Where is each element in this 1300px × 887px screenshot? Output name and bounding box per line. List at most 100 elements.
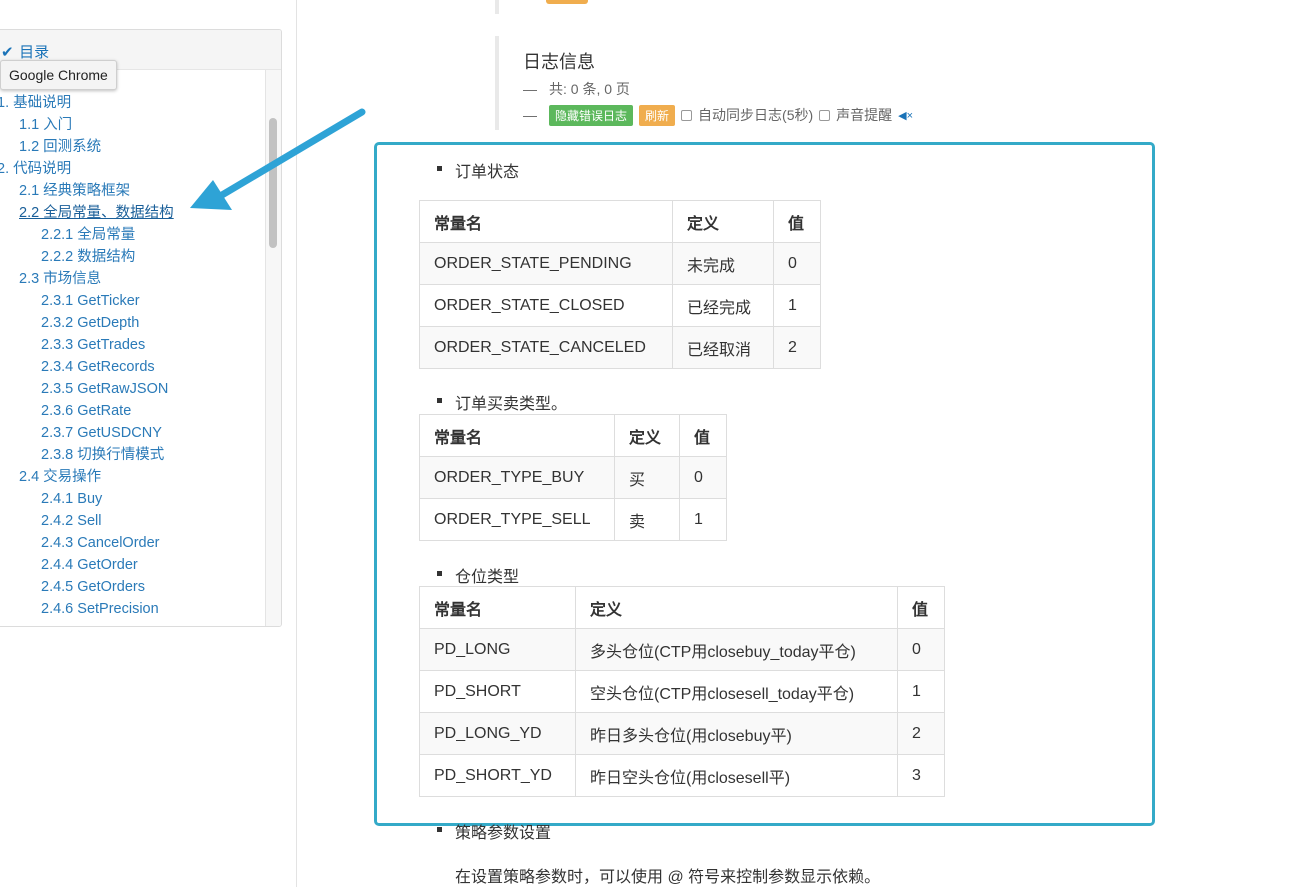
- toc-item[interactable]: 2.2.1 全局常量: [0, 224, 267, 246]
- order-type-heading: 订单买卖类型。: [436, 390, 567, 414]
- refresh-button[interactable]: 刷新: [639, 104, 676, 126]
- top-orange-button[interactable]: [546, 0, 588, 4]
- table-header-cell: 常量名: [419, 200, 673, 243]
- auto-sync-label: 自动同步日志(5秒): [698, 107, 814, 123]
- sound-checkbox[interactable]: [819, 109, 831, 121]
- table-header-cell: 值: [679, 414, 727, 457]
- log-summary: 共: 0 条, 0 页: [549, 81, 630, 97]
- toc-item[interactable]: 2.3.2 GetDepth: [0, 312, 267, 334]
- order-state-table: 常量名 定义值 ORDER_STATE_PENDING 未完成 0 ORDER_STATE…: [419, 200, 821, 369]
- table-cell: ORDER_STATE_CANCELED: [419, 326, 673, 369]
- toc-item[interactable]: 1.2 回测系统: [0, 136, 267, 158]
- table-row: PD_SHORT 空头仓位(CTP用closesell_today平仓) 1: [419, 670, 945, 713]
- table-cell: ORDER_TYPE_BUY: [419, 456, 615, 499]
- toc-item[interactable]: 2.3.1 GetTicker: [0, 290, 267, 312]
- toc-item[interactable]: 2.4 交易操作: [0, 466, 267, 488]
- toc-item[interactable]: 2.2.2 数据结构: [0, 246, 267, 268]
- table-row: PD_LONG_YD 昨日多头仓位(用closebuy平) 2: [419, 712, 945, 755]
- log-title: 日志信息: [523, 52, 595, 72]
- toc-item[interactable]: 2.4.1 Buy: [0, 488, 267, 510]
- table-header-cell: 定义: [672, 200, 774, 243]
- toc-item[interactable]: 2.4.6 SetPrecision: [0, 598, 267, 620]
- table-cell: 0: [679, 456, 727, 499]
- table-cell: 2: [897, 712, 945, 755]
- table-header-cell: 定义: [614, 414, 680, 457]
- table-cell: PD_LONG_YD: [419, 712, 576, 755]
- dash: —: [523, 81, 537, 97]
- position-type-heading: 仓位类型: [436, 563, 519, 587]
- table-row: ORDER_TYPE_BUY 买 0: [419, 456, 727, 499]
- table-cell: 1: [897, 670, 945, 713]
- toc-item[interactable]: 1. 基础说明: [0, 92, 267, 114]
- table-header-cell: 常量名: [419, 586, 576, 629]
- table-row: PD_SHORT_YD 昨日空头仓位(用closesell平) 3: [419, 754, 945, 797]
- log-controls-line: — 隐藏错误日志 刷新 自动同步日志(5秒) 声音提醒 ◀×: [523, 104, 915, 126]
- toc-item[interactable]: 2.3.8 切换行情模式: [0, 444, 267, 466]
- table-cell: 0: [897, 628, 945, 671]
- table-header-row: 常量名 定义值: [419, 414, 727, 457]
- table-row: ORDER_STATE_PENDING 未完成 0: [419, 242, 821, 285]
- table-cell: ORDER_TYPE_SELL: [419, 498, 615, 541]
- table-cell: 0: [773, 242, 821, 285]
- table-header-row: 常量名 定义值: [419, 200, 821, 243]
- table-cell: 昨日多头仓位(用closebuy平): [575, 712, 898, 755]
- toc-item[interactable]: 2.3.3 GetTrades: [0, 334, 267, 356]
- table-cell: 多头仓位(CTP用closebuy_today平仓): [575, 628, 898, 671]
- toc-item[interactable]: 2.3 市场信息: [0, 268, 267, 290]
- table-header-cell: 值: [897, 586, 945, 629]
- table-cell: 2: [773, 326, 821, 369]
- order-type-table: 常量名 定义值 ORDER_TYPE_BUY 买 0 ORDER_TYPE_SELL 卖 1: [419, 414, 727, 541]
- dash: —: [523, 107, 537, 123]
- sound-label: 声音提醒: [836, 107, 893, 123]
- toc-item[interactable]: 2.4.3 CancelOrder: [0, 532, 267, 554]
- toc-item[interactable]: 1.1 入门: [0, 114, 267, 136]
- table-cell: 昨日空头仓位(用closesell平): [575, 754, 898, 797]
- toc-title: 目录: [19, 44, 50, 61]
- toc-item[interactable]: 2.4.5 GetOrders: [0, 576, 267, 598]
- top-blockquote-bar: [495, 0, 499, 14]
- table-row: ORDER_TYPE_SELL 卖 1: [419, 498, 727, 541]
- content-divider: [296, 0, 297, 887]
- position-type-table: 常量名 定义值 PD_LONG 多头仓位(CTP用closebuy_today平仓) 0…: [419, 586, 945, 797]
- table-row: ORDER_STATE_CANCELED 已经取消 2: [419, 326, 821, 369]
- toc-item[interactable]: 2.3.6 GetRate: [0, 400, 267, 422]
- toc-item[interactable]: 2.3.5 GetRawJSON: [0, 378, 267, 400]
- table-cell: 已经取消: [672, 326, 774, 369]
- hide-error-log-button[interactable]: 隐藏错误日志: [549, 104, 634, 126]
- toc-item[interactable]: 2.4.4 GetOrder: [0, 554, 267, 576]
- speaker-mute-icon[interactable]: ◀×: [898, 109, 913, 122]
- table-row: ORDER_STATE_CLOSED 已经完成 1: [419, 284, 821, 327]
- table-cell: 卖: [614, 498, 680, 541]
- table-cell: 空头仓位(CTP用closesell_today平仓): [575, 670, 898, 713]
- toc-item[interactable]: 2.3.7 GetUSDCNY: [0, 422, 267, 444]
- table-cell: PD_SHORT_YD: [419, 754, 576, 797]
- toc-item[interactable]: 2.1 经典策略框架: [0, 180, 267, 202]
- table-cell: PD_SHORT: [419, 670, 576, 713]
- table-row: PD_LONG 多头仓位(CTP用closebuy_today平仓) 0: [419, 628, 945, 671]
- table-header-cell: 定义: [575, 586, 898, 629]
- table-cell: ORDER_STATE_CLOSED: [419, 284, 673, 327]
- toc-scrollbar-thumb[interactable]: [269, 118, 277, 248]
- log-info-block: 日志信息 — 共: 0 条, 0 页 — 隐藏错误日志 刷新 自动同步日志(5秒…: [495, 36, 915, 130]
- strategy-params-text: 在设置策略参数时，可以使用 @ 符号来控制参数显示依赖。: [455, 869, 881, 886]
- table-header-cell: 常量名: [419, 414, 615, 457]
- table-header-row: 常量名 定义值: [419, 586, 945, 629]
- toc-scrollbar[interactable]: [265, 70, 281, 626]
- toc-item[interactable]: 2. 代码说明: [0, 158, 267, 180]
- toc-item[interactable]: 2.3.4 GetRecords: [0, 356, 267, 378]
- auto-sync-checkbox[interactable]: [681, 109, 693, 121]
- toc-item[interactable]: 2.4.2 Sell: [0, 510, 267, 532]
- toc-item[interactable]: 2.2 全局常量、数据结构: [0, 202, 267, 224]
- toc-list: 1. 基础说明 1.1 入门 1.2 回测系统 2. 代码说明 2.1 经典策略框架 2.…: [0, 92, 267, 620]
- table-cell: 3: [897, 754, 945, 797]
- toc-panel: ✔ 目录 1. 基础说明 1.1 入门 1.2 回测系统 2. 代码说明 2.1 经典策…: [0, 29, 282, 627]
- table-cell: PD_LONG: [419, 628, 576, 671]
- strategy-params-heading: 策略参数设置: [436, 819, 551, 843]
- table-cell: 1: [773, 284, 821, 327]
- check-icon: ✔: [1, 44, 14, 61]
- table-cell: 未完成: [672, 242, 774, 285]
- table-cell: 1: [679, 498, 727, 541]
- order-state-heading: 订单状态: [436, 158, 519, 182]
- table-cell: 买: [614, 456, 680, 499]
- table-cell: ORDER_STATE_PENDING: [419, 242, 673, 285]
